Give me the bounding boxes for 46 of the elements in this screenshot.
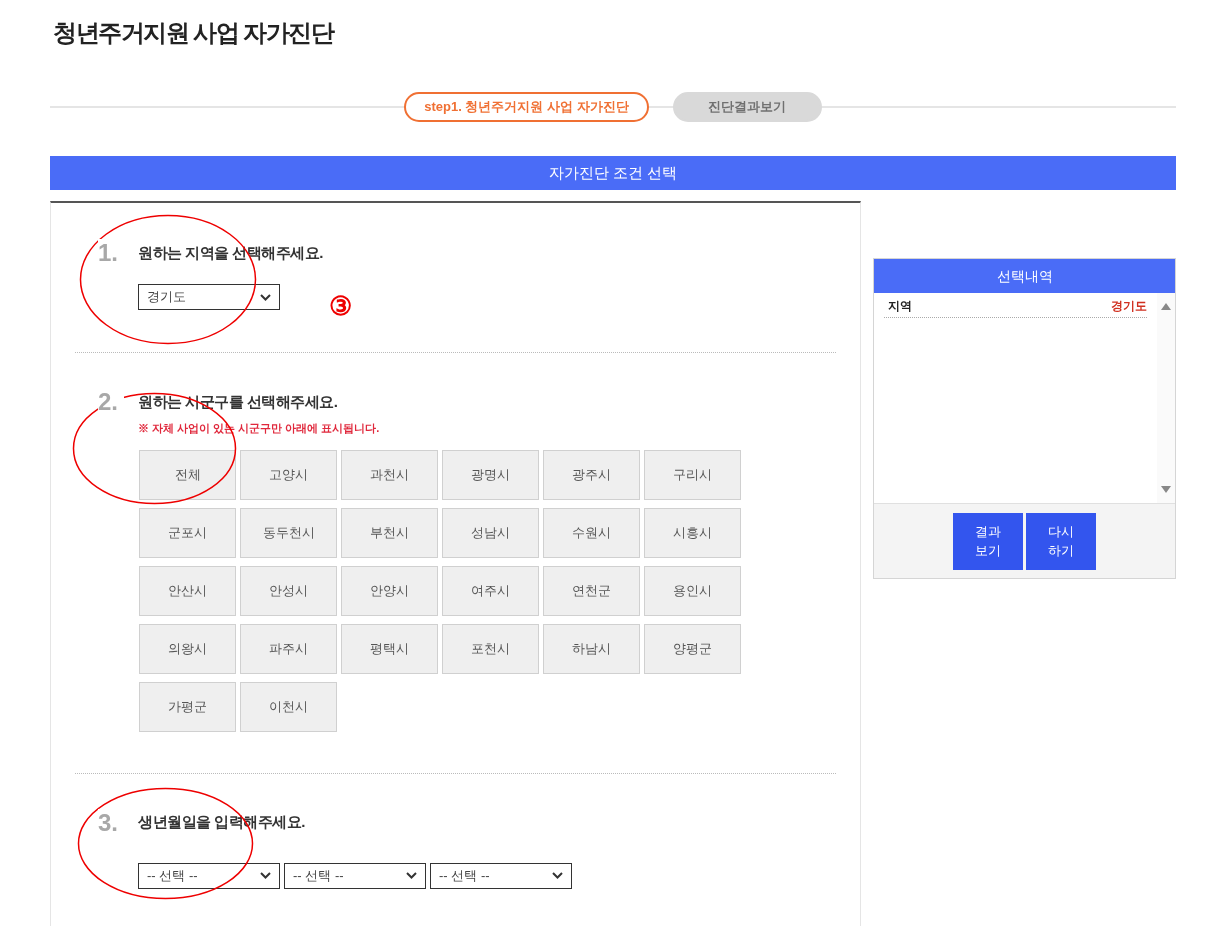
step-tab[interactable]: 진단결과보기 <box>672 92 822 122</box>
chevron-down-icon <box>260 872 271 879</box>
summary-value: 경기도 <box>1111 298 1147 315</box>
district-option[interactable]: 광명시 <box>442 449 539 500</box>
district-option[interactable]: 안성시 <box>240 565 337 616</box>
district-option[interactable]: 동두천시 <box>240 507 337 558</box>
district-option[interactable]: 수원시 <box>543 507 640 558</box>
section-header: 자가진단 조건 선택 <box>50 156 1176 190</box>
district-option[interactable]: 광주시 <box>543 449 640 500</box>
date-select[interactable]: -- 선택 -- <box>430 862 572 889</box>
district-option[interactable]: 하남시 <box>543 623 640 674</box>
summary-button[interactable]: 다시 하기 <box>1026 512 1096 570</box>
scrollbar[interactable] <box>1157 293 1175 503</box>
district-option[interactable]: 양평군 <box>644 623 741 674</box>
district-option[interactable]: 부천시 <box>341 507 438 558</box>
chevron-down-icon <box>552 872 563 879</box>
district-option[interactable]: 포천시 <box>442 623 539 674</box>
district-option[interactable]: 의왕시 <box>139 623 236 674</box>
page-title: 청년주거지원 사업 자가진단 <box>53 18 334 48</box>
district-option[interactable]: 파주시 <box>240 623 337 674</box>
district-option[interactable]: 용인시 <box>644 565 741 616</box>
district-option[interactable]: 구리시 <box>644 449 741 500</box>
date-select[interactable]: -- 선택 -- <box>284 862 426 889</box>
summary-label: 지역 <box>888 298 912 315</box>
district-option[interactable]: 군포시 <box>139 507 236 558</box>
district-option[interactable]: 이천시 <box>240 681 337 732</box>
chevron-down-icon <box>406 872 417 879</box>
chevron-down-icon <box>260 293 271 301</box>
district-option[interactable]: 여주시 <box>442 565 539 616</box>
summary-button[interactable]: 결과 보기 <box>953 512 1023 570</box>
region-select[interactable]: 경기도 <box>138 284 280 310</box>
district-option[interactable]: 전체 <box>139 449 236 500</box>
district-option[interactable]: 성남시 <box>442 507 539 558</box>
district-option[interactable]: 안산시 <box>139 565 236 616</box>
district-option[interactable]: 고양시 <box>240 449 337 500</box>
scroll-up-icon[interactable] <box>1161 303 1171 310</box>
annotation-marker: ③ <box>329 290 352 322</box>
district-option[interactable]: 과천시 <box>341 449 438 500</box>
date-select[interactable]: -- 선택 -- <box>138 862 280 889</box>
scroll-down-icon[interactable] <box>1161 486 1171 493</box>
district-option[interactable]: 시흥시 <box>644 507 741 558</box>
district-option[interactable]: 평택시 <box>341 623 438 674</box>
summary-header: 선택내역 <box>874 259 1175 293</box>
district-option[interactable]: 안양시 <box>341 565 438 616</box>
district-option[interactable]: 연천군 <box>543 565 640 616</box>
district-option[interactable]: 가평군 <box>139 681 236 732</box>
